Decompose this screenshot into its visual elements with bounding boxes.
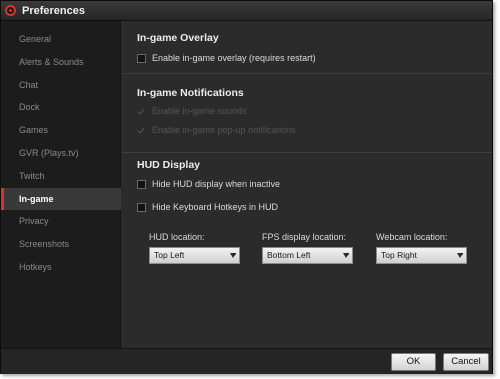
sidebar: General Alerts & Sounds Chat Dock Games … — [1, 21, 121, 348]
hud-section-title: HUD Display — [137, 159, 201, 171]
app-logo-icon — [5, 5, 16, 16]
enable-sounds-checkbox — [137, 107, 146, 116]
preferences-window: Preferences General Alerts & Sounds Chat… — [0, 0, 493, 374]
enable-overlay-checkbox[interactable] — [137, 53, 146, 63]
enable-popups-option: Enable in-game pop-up notifications — [137, 123, 296, 137]
sidebar-item-gvr[interactable]: GVR (Plays.tv) — [1, 142, 121, 164]
hide-hud-inactive-option[interactable]: Hide HUD display when inactive — [137, 177, 280, 191]
sidebar-item-screenshots[interactable]: Screenshots — [1, 233, 121, 255]
hide-hud-inactive-label: Hide HUD display when inactive — [152, 179, 281, 189]
sidebar-item-hotkeys[interactable]: Hotkeys — [1, 256, 121, 278]
hide-hotkeys-checkbox[interactable] — [137, 202, 146, 212]
webcam-location-select[interactable]: Top Right — [376, 247, 467, 264]
hide-hotkeys-label: Hide Keyboard Hotkeys in HUD — [152, 202, 279, 212]
window-title: Preferences — [22, 5, 85, 17]
sidebar-item-games[interactable]: Games — [1, 119, 121, 141]
fps-location-value: Bottom Left — [267, 250, 311, 260]
sidebar-item-twitch[interactable]: Twitch — [1, 165, 121, 187]
section-divider — [122, 152, 492, 153]
sidebar-item-dock[interactable]: Dock — [1, 96, 121, 118]
hide-hud-inactive-checkbox[interactable] — [137, 179, 146, 189]
hud-location-select[interactable]: Top Left — [149, 247, 240, 264]
ok-button[interactable]: OK — [391, 353, 436, 371]
chevron-down-icon — [457, 253, 463, 258]
enable-sounds-option: Enable in-game sounds — [137, 104, 247, 118]
hud-location-value: Top Left — [154, 250, 185, 260]
hide-hotkeys-option[interactable]: Hide Keyboard Hotkeys in HUD — [137, 200, 278, 214]
fps-location-select[interactable]: Bottom Left — [262, 247, 353, 264]
cancel-button[interactable]: Cancel — [443, 353, 489, 371]
webcam-location-value: Top Right — [381, 250, 417, 260]
fps-location-label: FPS display location: — [262, 232, 347, 242]
enable-overlay-label: Enable in-game overlay (requires restart… — [152, 53, 316, 63]
webcam-location-label: Webcam location: — [376, 232, 448, 242]
sidebar-item-in-game[interactable]: In-game — [1, 188, 121, 210]
sidebar-item-privacy[interactable]: Privacy — [1, 210, 121, 232]
enable-sounds-label: Enable in-game sounds — [152, 106, 247, 116]
section-divider — [122, 73, 492, 74]
enable-popups-label: Enable in-game pop-up notifications — [152, 125, 296, 135]
overlay-section-title: In-game Overlay — [137, 32, 219, 44]
sidebar-item-chat[interactable]: Chat — [1, 74, 121, 96]
enable-overlay-option[interactable]: Enable in-game overlay (requires restart… — [137, 51, 316, 65]
hud-location-label: HUD location: — [149, 232, 205, 242]
sidebar-item-general[interactable]: General — [1, 28, 121, 50]
settings-panel: In-game Overlay Enable in-game overlay (… — [122, 21, 492, 348]
dialog-footer: OK Cancel — [1, 348, 492, 374]
chevron-down-icon — [230, 253, 236, 258]
title-bar[interactable]: Preferences — [1, 1, 492, 21]
notifications-section-title: In-game Notifications — [137, 87, 244, 99]
chevron-down-icon — [343, 253, 349, 258]
enable-popups-checkbox — [137, 126, 146, 135]
sidebar-item-alerts-sounds[interactable]: Alerts & Sounds — [1, 51, 121, 73]
